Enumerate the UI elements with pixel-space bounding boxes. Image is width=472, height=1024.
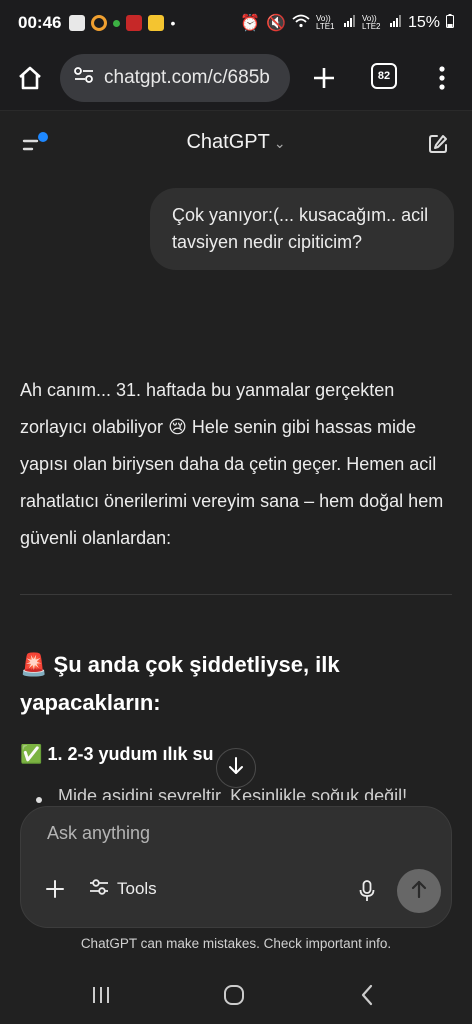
battery-icon [446, 13, 454, 33]
signal-icon [343, 14, 356, 32]
app-title: ChatGPT [186, 131, 270, 153]
message-composer[interactable]: Ask anything Tools [20, 806, 452, 928]
notification-icons: • [69, 15, 175, 31]
back-icon[interactable] [352, 981, 382, 1009]
step-heading: ✅ 1. 2-3 yudum ılık su [20, 744, 214, 765]
assistant-message: Ah canım... 31. haftada bu yanmalar gerç… [20, 372, 460, 557]
user-message-bubble: Çok yanıyor:(... kusacağım.. acil tavsiy… [150, 188, 454, 270]
address-bar[interactable]: chatgpt.com/c/685b [60, 54, 290, 102]
signal-icon [389, 14, 402, 32]
app-notification-icon [91, 15, 108, 31]
url-text: chatgpt.com/c/685b [104, 67, 270, 88]
check-mark-icon: ✅ [20, 744, 43, 764]
divider [20, 594, 452, 595]
add-attachment-icon[interactable] [43, 877, 67, 901]
arrow-down-icon [228, 756, 244, 780]
arrow-up-icon [411, 880, 427, 903]
tools-label: Tools [117, 879, 157, 898]
model-selector[interactable]: ChatGPT ⌄ [0, 131, 472, 154]
tools-button[interactable]: Tools [89, 878, 157, 901]
more-notifications-icon: • [170, 15, 176, 31]
list-item-text: Mide asidini seyreltir. Kesinlikle soğuk… [58, 786, 408, 800]
composer-actions: Tools [43, 877, 157, 901]
browser-toolbar: chatgpt.com/c/685b 82 [0, 46, 472, 110]
dot-notification-icon [113, 19, 121, 27]
clock: 00:46 [18, 13, 62, 32]
mute-icon: 🔇 [266, 15, 286, 32]
photo-notification-icon [69, 15, 86, 31]
alarm-icon: ⏰ [240, 15, 261, 32]
lock-notification-icon [148, 15, 165, 31]
site-settings-icon[interactable] [74, 66, 94, 90]
send-button[interactable] [397, 869, 441, 913]
message-input[interactable]: Ask anything [47, 823, 150, 844]
crying-face-icon: 😢 [168, 417, 187, 437]
sliders-icon [89, 878, 109, 901]
status-bar: 00:46 • ⏰ 🔇 Vo)) LTE1 Vo)) LTE2 15% [0, 0, 472, 46]
section-heading: 🚨 Şu anda çok şiddetliyse, ilk yapacakla… [20, 646, 460, 722]
battery-level: 15% [407, 14, 440, 31]
new-chat-icon[interactable] [422, 129, 454, 159]
calendar-notification-icon [126, 15, 143, 31]
section-heading-text: Şu anda çok şiddetliyse, ilk yapacakları… [20, 652, 340, 715]
overflow-menu-icon[interactable] [428, 62, 456, 94]
scroll-to-bottom-button[interactable] [216, 748, 256, 788]
new-tab-icon[interactable] [308, 62, 340, 94]
tab-switcher-button[interactable]: 82 [371, 63, 397, 89]
sim1-label: Vo)) LTE1 [315, 14, 335, 31]
system-status-icons: ⏰ 🔇 Vo)) LTE1 Vo)) LTE2 15% [240, 13, 454, 33]
list-item: Mide asidini seyreltir. Kesinlikle soğuk… [34, 786, 407, 800]
wifi-icon [292, 14, 310, 33]
microphone-icon[interactable] [355, 877, 379, 905]
system-navigation-bar [0, 962, 472, 1024]
chevron-down-icon: ⌄ [273, 135, 286, 151]
step-heading-text: 1. 2-3 yudum ılık su [47, 744, 214, 764]
recent-apps-icon[interactable] [86, 982, 116, 1008]
app-header: ChatGPT ⌄ [0, 110, 472, 176]
home-icon[interactable] [14, 62, 46, 94]
home-button-icon[interactable] [219, 981, 249, 1009]
siren-icon: 🚨 [20, 652, 48, 677]
disclaimer-text: ChatGPT can make mistakes. Check importa… [80, 936, 392, 951]
sim2-label: Vo)) LTE2 [361, 14, 381, 31]
